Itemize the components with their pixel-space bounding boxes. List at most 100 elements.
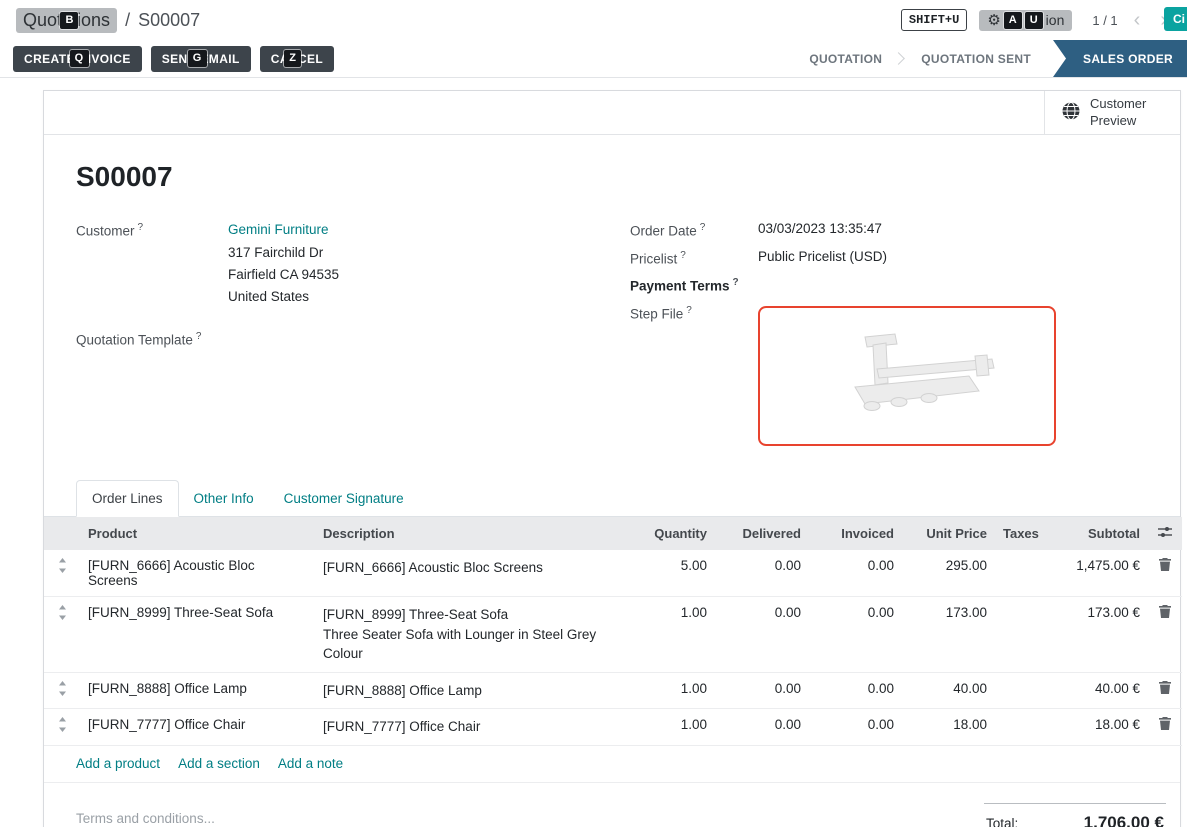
tab-order-lines[interactable]: Order Lines	[76, 480, 179, 517]
notebook-tabs: Order Lines Other Info Customer Signatur…	[44, 480, 1180, 517]
pricelist-value[interactable]: Public Pricelist (USD)	[758, 249, 1148, 267]
quotation-template-input[interactable]	[228, 330, 594, 348]
field-grid: Customer? Gemini Furniture 317 Fairchild…	[76, 221, 1148, 446]
record-title: S00007	[76, 161, 1148, 193]
quotation-template-field: Quotation Template?	[76, 330, 594, 348]
customer-address: 317 Fairchild Dr Fairfield CA 94535 Unit…	[228, 242, 594, 308]
unit-price-cell[interactable]: 173.00	[902, 597, 995, 673]
delivered-cell[interactable]: 0.00	[715, 672, 809, 709]
step-file-preview-image[interactable]	[758, 306, 1056, 446]
sliders-icon	[1158, 526, 1172, 538]
delivered-cell[interactable]: 0.00	[715, 550, 809, 597]
total-label: Total:	[986, 816, 1018, 827]
terms-and-conditions-input[interactable]: Terms and conditions...	[76, 803, 215, 826]
form-sheet: Customer Preview S00007 Customer? Gemini…	[43, 90, 1181, 827]
product-cell[interactable]: [FURN_8999] Three-Seat Sofa	[80, 597, 315, 673]
delete-line-icon[interactable]	[1159, 605, 1171, 621]
payment-terms-input[interactable]	[758, 276, 1148, 294]
kbd-hint-badge: B	[60, 12, 78, 29]
add-note-link[interactable]: Add a note	[278, 756, 343, 771]
subtotal-cell: 173.00 €	[1043, 597, 1148, 673]
breadcrumb: Quotations B / S00007	[16, 8, 200, 33]
gear-icon: ⚙	[987, 13, 1000, 28]
invoiced-cell[interactable]: 0.00	[809, 709, 902, 746]
add-section-link[interactable]: Add a section	[178, 756, 260, 771]
product-cell[interactable]: [FURN_7777] Office Chair	[80, 709, 315, 746]
payment-terms-field-label: Payment Terms?	[630, 276, 758, 294]
subtotal-cell: 40.00 €	[1043, 672, 1148, 709]
unit-price-cell[interactable]: 295.00	[902, 550, 995, 597]
order-date-value[interactable]: 03/03/2023 13:35:47	[758, 221, 1148, 239]
statusbar: QUOTATION QUOTATION SENT SALES ORDER	[791, 40, 1187, 77]
invoiced-cell[interactable]: 0.00	[809, 550, 902, 597]
breadcrumb-bar: Quotations B / S00007 SHIFT+U ⚙ A U ion …	[0, 0, 1187, 40]
kbd-hint-badge-edge[interactable]: Ci	[1164, 7, 1187, 31]
order-line-row[interactable]: [FURN_6666] Acoustic Bloc Screens [FURN_…	[44, 550, 1182, 597]
total-value: 1,706.00 €	[1084, 813, 1164, 827]
total-block: Total: 1,706.00 €	[984, 803, 1166, 827]
stage-quotation[interactable]: QUOTATION	[791, 40, 900, 77]
keyboard-shortcut-chip: SHIFT+U	[901, 9, 967, 31]
step-file-3d-render	[777, 321, 1037, 431]
cancel-button[interactable]: CANCEL Z	[260, 46, 334, 72]
pricelist-field-label: Pricelist?	[630, 249, 758, 267]
product-cell[interactable]: [FURN_6666] Acoustic Bloc Screens	[80, 550, 315, 597]
drag-handle-icon[interactable]	[57, 681, 68, 699]
add-product-link[interactable]: Add a product	[76, 756, 160, 771]
fields-left-column: Customer? Gemini Furniture 317 Fairchild…	[76, 221, 594, 446]
order-line-row[interactable]: [FURN_8999] Three-Seat Sofa [FURN_8999] …	[44, 597, 1182, 673]
send-email-button[interactable]: SEND EMAIL G	[151, 46, 251, 72]
taxes-cell[interactable]	[995, 597, 1043, 673]
description-cell[interactable]: [FURN_8999] Three-Seat Sofa Three Seater…	[315, 597, 625, 673]
unit-price-cell[interactable]: 18.00	[902, 709, 995, 746]
drag-handle-icon[interactable]	[57, 605, 68, 623]
pager-previous-button[interactable]: ‹	[1130, 10, 1145, 30]
unit-price-cell[interactable]: 40.00	[902, 672, 995, 709]
description-cell[interactable]: [FURN_8888] Office Lamp	[315, 672, 625, 709]
stage-quotation-sent[interactable]: QUOTATION SENT	[903, 40, 1049, 77]
optional-columns-button[interactable]	[1148, 517, 1182, 550]
delivered-cell[interactable]: 0.00	[715, 709, 809, 746]
breadcrumb-current: S00007	[138, 10, 200, 31]
drag-handle-icon[interactable]	[57, 717, 68, 735]
description-cell[interactable]: [FURN_6666] Acoustic Bloc Screens	[315, 550, 625, 597]
delete-line-icon[interactable]	[1159, 558, 1171, 574]
taxes-cell[interactable]	[995, 672, 1043, 709]
delete-line-icon[interactable]	[1159, 717, 1171, 733]
quotation-template-field-label: Quotation Template?	[76, 330, 228, 348]
tab-other-info[interactable]: Other Info	[179, 481, 269, 516]
customer-preview-label: Customer Preview	[1090, 96, 1156, 129]
drag-handle-icon[interactable]	[57, 558, 68, 576]
invoiced-column-header: Invoiced	[809, 517, 902, 550]
help-marker: ?	[733, 277, 739, 288]
button-box: Customer Preview	[44, 91, 1180, 135]
action-menu-button[interactable]: ⚙ A U ion	[979, 10, 1072, 31]
quantity-column-header: Quantity	[625, 517, 715, 550]
product-cell[interactable]: [FURN_8888] Office Lamp	[80, 672, 315, 709]
delete-line-icon[interactable]	[1159, 681, 1171, 697]
invoiced-cell[interactable]: 0.00	[809, 597, 902, 673]
quantity-cell[interactable]: 1.00	[625, 672, 715, 709]
order-line-row[interactable]: [FURN_8888] Office Lamp [FURN_8888] Offi…	[44, 672, 1182, 709]
order-lines-table: Product Description Quantity Delivered I…	[44, 517, 1182, 746]
kbd-hint-badge: Z	[284, 50, 301, 67]
customer-preview-button[interactable]: Customer Preview	[1044, 91, 1180, 134]
stage-sales-order[interactable]: SALES ORDER	[1053, 40, 1187, 77]
tab-customer-signature[interactable]: Customer Signature	[269, 481, 419, 516]
quantity-cell[interactable]: 1.00	[625, 597, 715, 673]
invoiced-cell[interactable]: 0.00	[809, 672, 902, 709]
create-invoice-button[interactable]: CREATE INVOICE Q	[13, 46, 142, 72]
taxes-column-header: Taxes	[995, 517, 1043, 550]
quantity-cell[interactable]: 5.00	[625, 550, 715, 597]
customer-link[interactable]: Gemini Furniture	[228, 222, 329, 237]
description-cell[interactable]: [FURN_7777] Office Chair	[315, 709, 625, 746]
order-line-row[interactable]: [FURN_7777] Office Chair [FURN_7777] Off…	[44, 709, 1182, 746]
taxes-cell[interactable]	[995, 709, 1043, 746]
help-marker: ?	[680, 250, 686, 261]
breadcrumb-item-quotations[interactable]: Quotations B	[16, 8, 117, 33]
sheet-bottom: Terms and conditions... Total: 1,706.00 …	[44, 783, 1180, 827]
delivered-cell[interactable]: 0.00	[715, 597, 809, 673]
taxes-cell[interactable]	[995, 550, 1043, 597]
fields-right-column: Order Date? 03/03/2023 13:35:47 Pricelis…	[630, 221, 1148, 446]
quantity-cell[interactable]: 1.00	[625, 709, 715, 746]
